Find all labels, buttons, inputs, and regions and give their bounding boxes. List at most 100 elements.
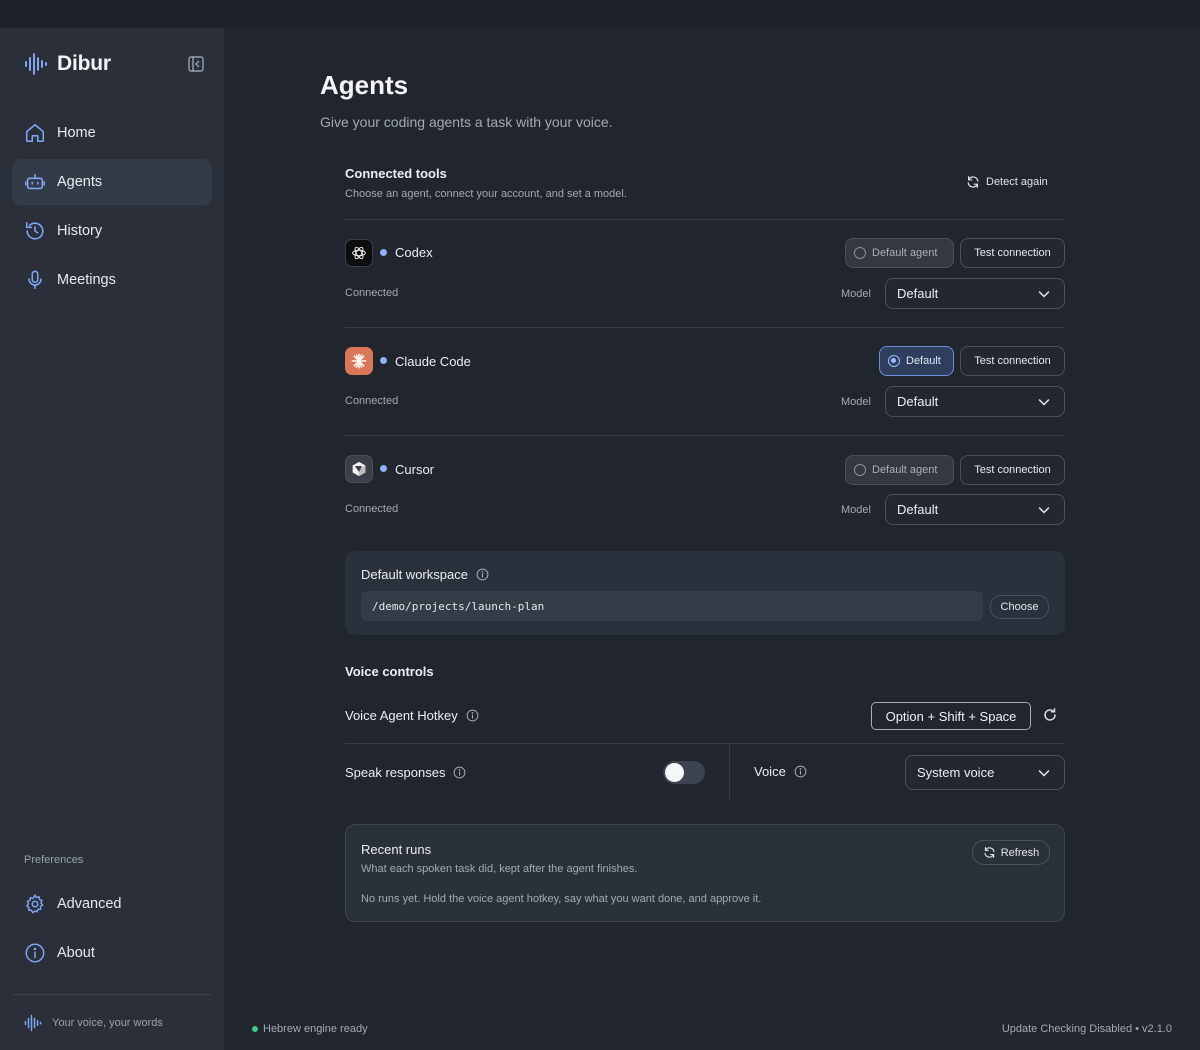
sidebar-collapse-icon[interactable] [187, 55, 205, 73]
voice-select[interactable]: System voice [905, 755, 1065, 790]
agent-status-codex: Connected [345, 287, 399, 299]
sidebar-item-label: About [57, 945, 95, 961]
divider [345, 327, 1065, 328]
brand: Dibur [24, 52, 111, 76]
chevron-down-icon [1038, 399, 1050, 406]
info-icon[interactable] [476, 568, 489, 581]
sidebar-item-label: Meetings [57, 272, 116, 288]
connection-status-dot [380, 357, 387, 364]
codex-logo-icon [345, 239, 373, 267]
workspace-title: Default workspace [361, 567, 489, 582]
hotkey-label-text: Voice Agent Hotkey [345, 708, 458, 723]
page-title: Agents [320, 70, 409, 100]
sidebar-tagline: Your voice, your words [24, 1014, 163, 1032]
model-select-value: Default [897, 286, 939, 301]
speak-responses-label: Speak responses [345, 765, 466, 780]
sidebar: Dibur Home Agents History Meetings Prefe… [0, 28, 224, 1050]
voice-label-text: Voice [754, 764, 786, 779]
agent-status-cursor: Connected [345, 503, 399, 515]
workspace-path-field[interactable]: /demo/projects/launch-plan [361, 591, 983, 621]
speak-label-text: Speak responses [345, 765, 446, 780]
set-default-agent-codex-button[interactable]: Default agent [845, 238, 954, 268]
connected-tools-title: Connected tools [345, 166, 447, 181]
sidebar-item-home[interactable]: Home [12, 110, 212, 156]
refresh-label: Refresh [1000, 846, 1040, 859]
workspace-title-text: Default workspace [361, 567, 468, 582]
sidebar-item-agents[interactable]: Agents [12, 159, 212, 205]
connection-status-dot [380, 249, 387, 256]
sidebar-item-label: Agents [57, 174, 103, 190]
vertical-divider [729, 744, 730, 801]
recent-runs-empty-state: No runs yet. Hold the voice agent hotkey… [361, 893, 762, 905]
detect-again-label: Detect again [986, 176, 1048, 188]
voice-agent-hotkey-label: Voice Agent Hotkey [345, 708, 479, 723]
preferences-section-label: Preferences [24, 854, 84, 866]
sidebar-item-meetings[interactable]: Meetings [12, 257, 212, 303]
version-info: Update Checking Disabled • v2.1.0 [1001, 1023, 1172, 1035]
model-select-cursor[interactable]: Default [885, 494, 1065, 525]
soundwave-icon [24, 1014, 42, 1032]
refresh-icon [967, 176, 979, 188]
chevron-down-icon [1038, 291, 1050, 298]
cursor-logo-icon [345, 455, 373, 483]
chevron-down-icon [1038, 770, 1050, 777]
model-label: Model [841, 396, 871, 408]
default-agent-label: Default agent [872, 464, 938, 476]
sidebar-item-about[interactable]: About [12, 930, 212, 976]
info-icon[interactable] [466, 709, 479, 722]
model-label: Model [841, 504, 871, 516]
gear-icon [25, 893, 44, 914]
tagline-text: Your voice, your words [52, 1017, 163, 1029]
model-select-claude-code[interactable]: Default [885, 386, 1065, 417]
divider [345, 743, 1065, 744]
info-icon[interactable] [794, 765, 807, 778]
set-default-agent-claude-code-button[interactable]: Default [879, 346, 954, 376]
sidebar-item-label: Home [57, 125, 96, 141]
choose-workspace-button[interactable]: Choose [990, 595, 1049, 619]
model-select-codex[interactable]: Default [885, 278, 1065, 309]
status-dot [252, 1026, 258, 1032]
agent-name-codex: Codex [395, 245, 433, 260]
test-connection-codex-button[interactable]: Test connection [960, 238, 1065, 268]
default-agent-label: Default [906, 355, 941, 367]
connected-tools-subtitle: Choose an agent, connect your account, a… [345, 188, 627, 200]
recent-runs-subtitle: What each spoken task did, kept after th… [361, 863, 638, 875]
speak-responses-toggle[interactable] [663, 761, 705, 784]
model-label: Model [841, 288, 871, 300]
sidebar-divider [12, 994, 212, 995]
refresh-runs-button[interactable]: Refresh [972, 840, 1050, 865]
microphone-icon [28, 270, 42, 290]
claude-logo-icon [345, 347, 373, 375]
sidebar-item-advanced[interactable]: Advanced [12, 881, 212, 927]
voice-controls-title: Voice controls [345, 664, 434, 679]
radio-icon [854, 464, 866, 476]
page-subtitle: Give your coding agents a task with your… [320, 114, 613, 130]
window-titlebar [0, 0, 1200, 28]
chevron-down-icon [1038, 507, 1050, 514]
set-default-agent-cursor-button[interactable]: Default agent [845, 455, 954, 485]
agent-name-claude-code: Claude Code [395, 354, 471, 369]
sidebar-item-history[interactable]: History [12, 208, 212, 254]
divider [345, 435, 1065, 436]
home-icon [25, 123, 45, 143]
model-select-value: Default [897, 394, 939, 409]
recent-runs-title: Recent runs [361, 842, 432, 857]
radio-icon [854, 247, 866, 259]
engine-status: Hebrew engine ready [252, 1023, 368, 1035]
default-agent-label: Default agent [872, 247, 938, 259]
sidebar-item-label: Advanced [57, 896, 122, 912]
test-connection-claude-code-button[interactable]: Test connection [960, 346, 1065, 376]
sidebar-item-label: History [57, 223, 103, 239]
soundwave-logo-icon [25, 53, 47, 75]
info-icon[interactable] [453, 766, 466, 779]
voice-select-value: System voice [917, 765, 995, 780]
detect-again-button[interactable]: Detect again [966, 175, 1048, 189]
engine-status-text: Hebrew engine ready [263, 1023, 368, 1035]
reset-hotkey-icon[interactable] [1042, 707, 1058, 723]
hotkey-recorder-button[interactable]: Option + Shift + Space [871, 702, 1031, 730]
robot-icon [25, 173, 45, 190]
divider [345, 219, 1065, 220]
agent-name-cursor: Cursor [395, 462, 435, 477]
history-icon [25, 221, 44, 240]
test-connection-cursor-button[interactable]: Test connection [960, 455, 1065, 485]
